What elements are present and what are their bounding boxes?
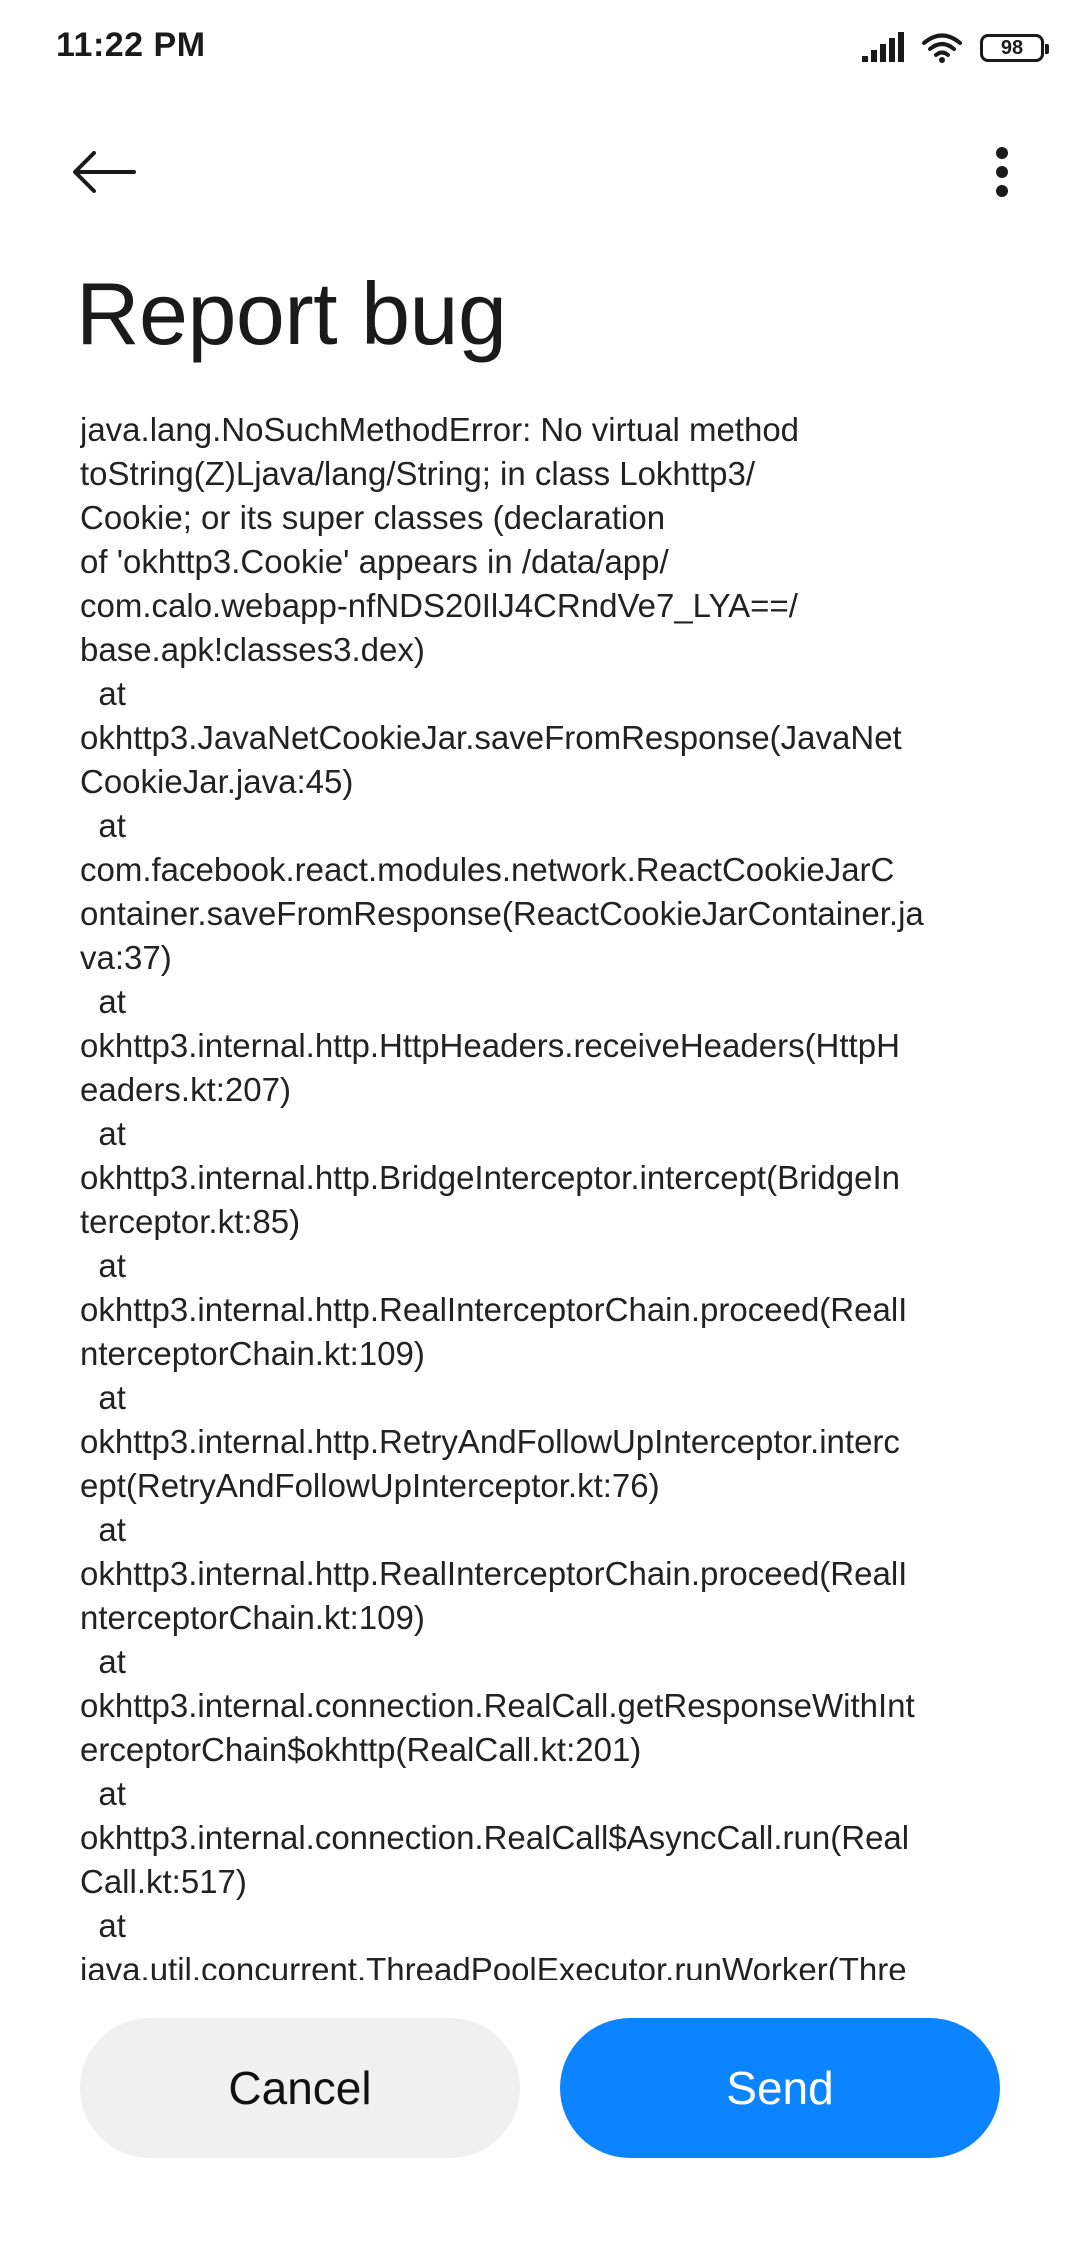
more-options-button[interactable] xyxy=(972,132,1032,212)
status-bar: 11:22 PM 98 xyxy=(0,0,1080,96)
wifi-icon xyxy=(922,33,962,63)
page-title: Report bug xyxy=(76,264,507,363)
signal-icon xyxy=(862,32,904,62)
bug-log-text: java.lang.NoSuchMethodError: No virtual … xyxy=(80,411,924,1980)
arrow-left-icon xyxy=(73,151,136,193)
battery-icon: 98 xyxy=(980,34,1049,62)
cancel-button[interactable]: Cancel xyxy=(80,2018,520,2158)
send-button[interactable]: Send xyxy=(560,2018,1000,2158)
battery-level: 98 xyxy=(1000,36,1024,59)
status-time: 11:22 PM xyxy=(56,26,206,64)
status-icons: 98 xyxy=(862,28,1049,68)
bug-log-container[interactable]: java.lang.NoSuchMethodError: No virtual … xyxy=(80,408,1010,1980)
more-vertical-icon xyxy=(996,147,1008,197)
action-bar: Cancel Send xyxy=(0,2010,1080,2160)
back-button[interactable] xyxy=(72,132,160,212)
